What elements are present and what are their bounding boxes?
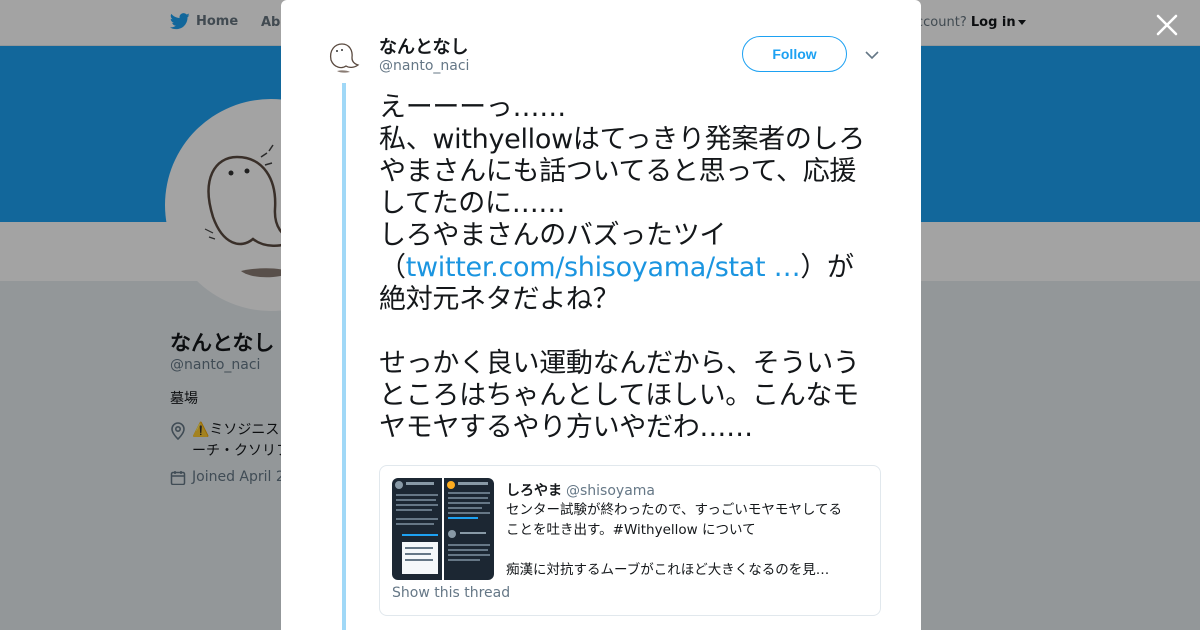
thread-line: [342, 83, 346, 630]
show-thread-link[interactable]: Show this thread: [392, 585, 510, 601]
tweet-link[interactable]: twitter.com/shisoyama/stat …: [406, 252, 801, 283]
quoted-tweet-text: センター試験が終わったので、すっごいモヤモヤしてる ことを吐き出す。#Withy…: [506, 500, 866, 580]
quoted-text-line-2: ことを吐き出す。#Withyellow について: [506, 522, 756, 538]
follow-button[interactable]: Follow: [742, 36, 847, 72]
close-icon[interactable]: [1154, 12, 1180, 38]
ghost-avatar-icon: [329, 43, 360, 73]
tweet-modal: なんとなし @nanto_naci Follow えーーーっ…… 私、withy…: [281, 0, 921, 630]
screenshot-thumbnail-1: [392, 478, 442, 580]
chevron-down-icon[interactable]: [864, 47, 880, 63]
quoted-author: しろやま @shisoyama: [506, 480, 655, 500]
quoted-text-line-4: 痴漢に対抗するムーブがこれほど大きくなるのを見…: [506, 562, 830, 578]
screenshot-thumbnail-2: [444, 478, 494, 580]
tweet-text: えーーーっ…… 私、withyellowはてっきり発案者のしろやまさんにも話つい…: [379, 92, 879, 444]
quoted-tweet-media[interactable]: [392, 478, 494, 580]
tweet-author-avatar[interactable]: [323, 34, 365, 76]
quoted-author-handle: @shisoyama: [566, 483, 655, 499]
tweet-author-name[interactable]: なんとなし: [379, 33, 468, 59]
quoted-text-line-1: センター試験が終わったので、すっごいモヤモヤしてる: [506, 502, 843, 518]
quoted-author-name: しろやま: [506, 483, 562, 499]
tweet-author-handle[interactable]: @nanto_naci: [379, 58, 469, 74]
quoted-tweet-card[interactable]: しろやま @shisoyama センター試験が終わったので、すっごいモヤモヤしてる…: [379, 465, 881, 616]
quoted-text-line-3: [506, 540, 866, 560]
